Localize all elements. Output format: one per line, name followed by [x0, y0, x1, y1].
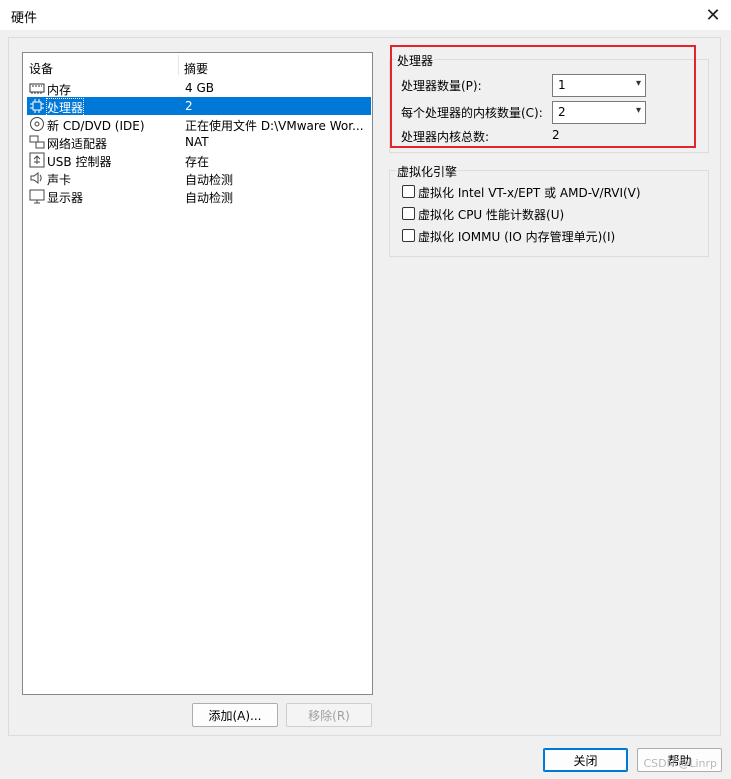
device-summary: 自动检测	[185, 191, 234, 205]
device-summary: 2	[185, 99, 193, 113]
close-button[interactable]: 关闭	[543, 748, 628, 772]
device-name: 新 CD/DVD (IDE)	[47, 119, 145, 133]
device-list[interactable]: 设备 摘要 内存 4 GB 处理器 2 新 CD/DVD (IDE) 正在使用文…	[22, 52, 373, 695]
chevron-down-icon: ▾	[635, 105, 641, 116]
device-name: 网络适配器	[47, 137, 108, 151]
virtualize-cpu-counters-checkbox[interactable]	[402, 207, 415, 220]
cd-dvd-icon	[30, 117, 44, 131]
device-name: 内存	[47, 83, 72, 97]
virtualize-vtx-checkbox[interactable]	[402, 185, 415, 198]
device-name: 声卡	[47, 173, 72, 187]
device-row-sound[interactable]: 声卡 自动检测	[27, 169, 371, 187]
remove-device-button[interactable]: 移除(R)	[286, 703, 372, 727]
column-device[interactable]: 设备	[29, 60, 53, 77]
device-row-memory[interactable]: 内存 4 GB	[27, 79, 371, 97]
processor-count-select[interactable]: 1 ▾	[552, 74, 646, 97]
column-summary[interactable]: 摘要	[184, 60, 208, 77]
device-row-network[interactable]: 网络适配器 NAT	[27, 133, 371, 151]
device-row-cd-dvd[interactable]: 新 CD/DVD (IDE) 正在使用文件 D:\VMware Wor...	[27, 115, 371, 133]
window-title: 硬件	[11, 11, 38, 26]
device-summary: 存在	[185, 155, 210, 169]
virtualization-group-title: 虚拟化引擎	[396, 163, 459, 180]
title-bar: 硬件 ✕	[0, 0, 731, 30]
virtualize-iommu-label[interactable]: 虚拟化 IOMMU (IO 内存管理单元)(I)	[418, 228, 615, 245]
device-row-usb[interactable]: USB 控制器 存在	[27, 151, 371, 169]
total-cores-value: 2	[552, 128, 560, 142]
processor-count-label: 处理器数量(P):	[401, 79, 482, 93]
cores-per-processor-select[interactable]: 2 ▾	[552, 101, 646, 124]
processor-icon	[30, 99, 44, 113]
device-row-display[interactable]: 显示器 自动检测	[27, 187, 371, 205]
processor-count-value: 1	[558, 78, 566, 92]
virtualize-iommu-checkbox[interactable]	[402, 229, 415, 242]
network-adapter-icon	[29, 135, 45, 149]
close-icon[interactable]: ✕	[701, 3, 725, 27]
cores-per-processor-value: 2	[558, 105, 566, 119]
device-summary: 4 GB	[185, 81, 214, 95]
column-separator[interactable]	[178, 55, 179, 75]
total-cores-label: 处理器内核总数:	[401, 130, 490, 144]
device-summary: 自动检测	[185, 173, 234, 187]
add-device-button[interactable]: 添加(A)...	[192, 703, 278, 727]
device-summary: NAT	[185, 135, 209, 149]
sound-card-icon	[30, 172, 42, 184]
display-icon	[29, 189, 45, 204]
watermark-text: CSDN @Linrp	[643, 757, 717, 770]
device-name: 处理器	[45, 98, 85, 117]
virtualize-vtx-label[interactable]: 虚拟化 Intel VT-x/EPT 或 AMD-V/RVI(V)	[418, 184, 641, 201]
virtualize-cpu-counters-label[interactable]: 虚拟化 CPU 性能计数器(U)	[418, 206, 564, 223]
usb-icon	[29, 152, 45, 168]
device-name: USB 控制器	[47, 155, 112, 169]
device-list-header: 设备 摘要	[23, 53, 372, 77]
chevron-down-icon: ▾	[635, 78, 641, 89]
device-row-processor[interactable]: 处理器 2	[27, 97, 371, 117]
cores-per-processor-label: 每个处理器的内核数量(C):	[401, 106, 543, 120]
memory-icon	[29, 83, 45, 94]
device-summary: 正在使用文件 D:\VMware Wor...	[185, 119, 364, 133]
device-name: 显示器	[47, 191, 84, 205]
